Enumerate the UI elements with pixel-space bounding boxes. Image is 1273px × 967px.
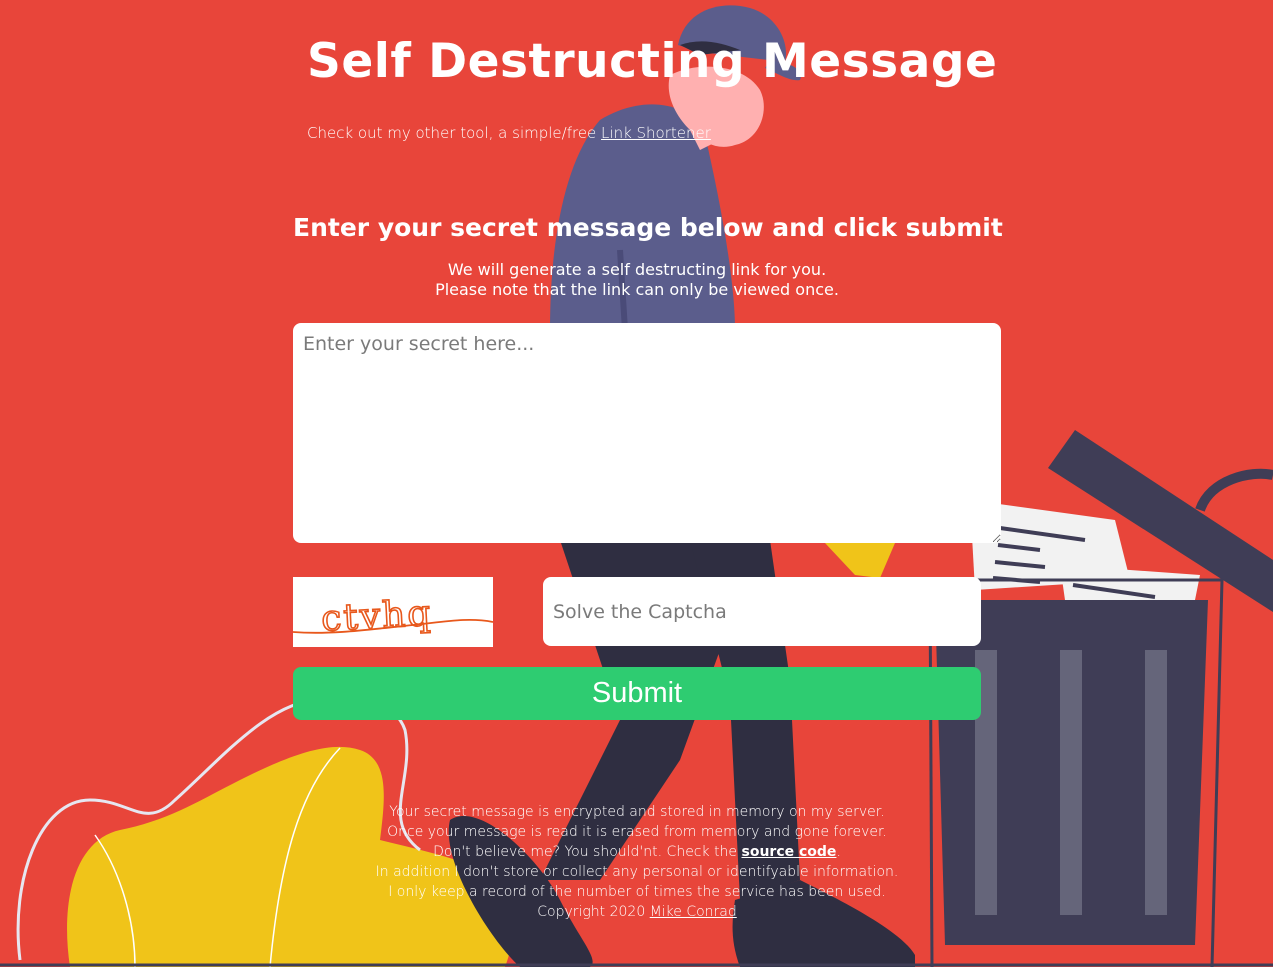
page-title: Self Destructing Message	[307, 34, 998, 89]
footer: Your secret message is encrypted and sto…	[293, 802, 981, 922]
footer-line-3-prefix: Don't believe me? You should'nt. Check t…	[433, 844, 742, 860]
form-instructions: We will generate a self destructing link…	[293, 260, 981, 300]
instruction-line-1: We will generate a self destructing link…	[447, 260, 827, 279]
captcha-image: ctvhq	[293, 577, 493, 647]
submit-button[interactable]: Submit	[293, 667, 981, 720]
instruction-line-2: Please note that the link can only be vi…	[435, 280, 839, 299]
footer-line-3-suffix: .	[836, 844, 841, 860]
secret-input[interactable]	[293, 323, 1001, 543]
copyright: Copyright 2020 Mike Conrad	[293, 902, 981, 922]
author-link[interactable]: Mike Conrad	[650, 904, 737, 920]
copyright-prefix: Copyright 2020	[537, 904, 650, 920]
form-heading: Enter your secret message below and clic…	[293, 213, 1003, 242]
source-code-link[interactable]: source code	[742, 844, 837, 860]
footer-line-4: In addition I don't store or collect any…	[375, 864, 899, 880]
link-shortener-link[interactable]: Link Shortener	[601, 124, 711, 142]
promo-text: Check out my other tool, a simple/free L…	[307, 124, 711, 142]
captcha-input[interactable]	[543, 577, 981, 646]
footer-line-5: I only keep a record of the number of ti…	[388, 884, 886, 900]
page-content: Self Destructing Message Check out my ot…	[0, 0, 1273, 967]
footer-line-1: Your secret message is encrypted and sto…	[389, 804, 885, 820]
promo-label: Check out my other tool, a simple/free	[307, 124, 602, 142]
footer-line-2: Once your message is read it is erased f…	[387, 824, 887, 840]
footer-line-3: Don't believe me? You should'nt. Check t…	[293, 842, 981, 862]
